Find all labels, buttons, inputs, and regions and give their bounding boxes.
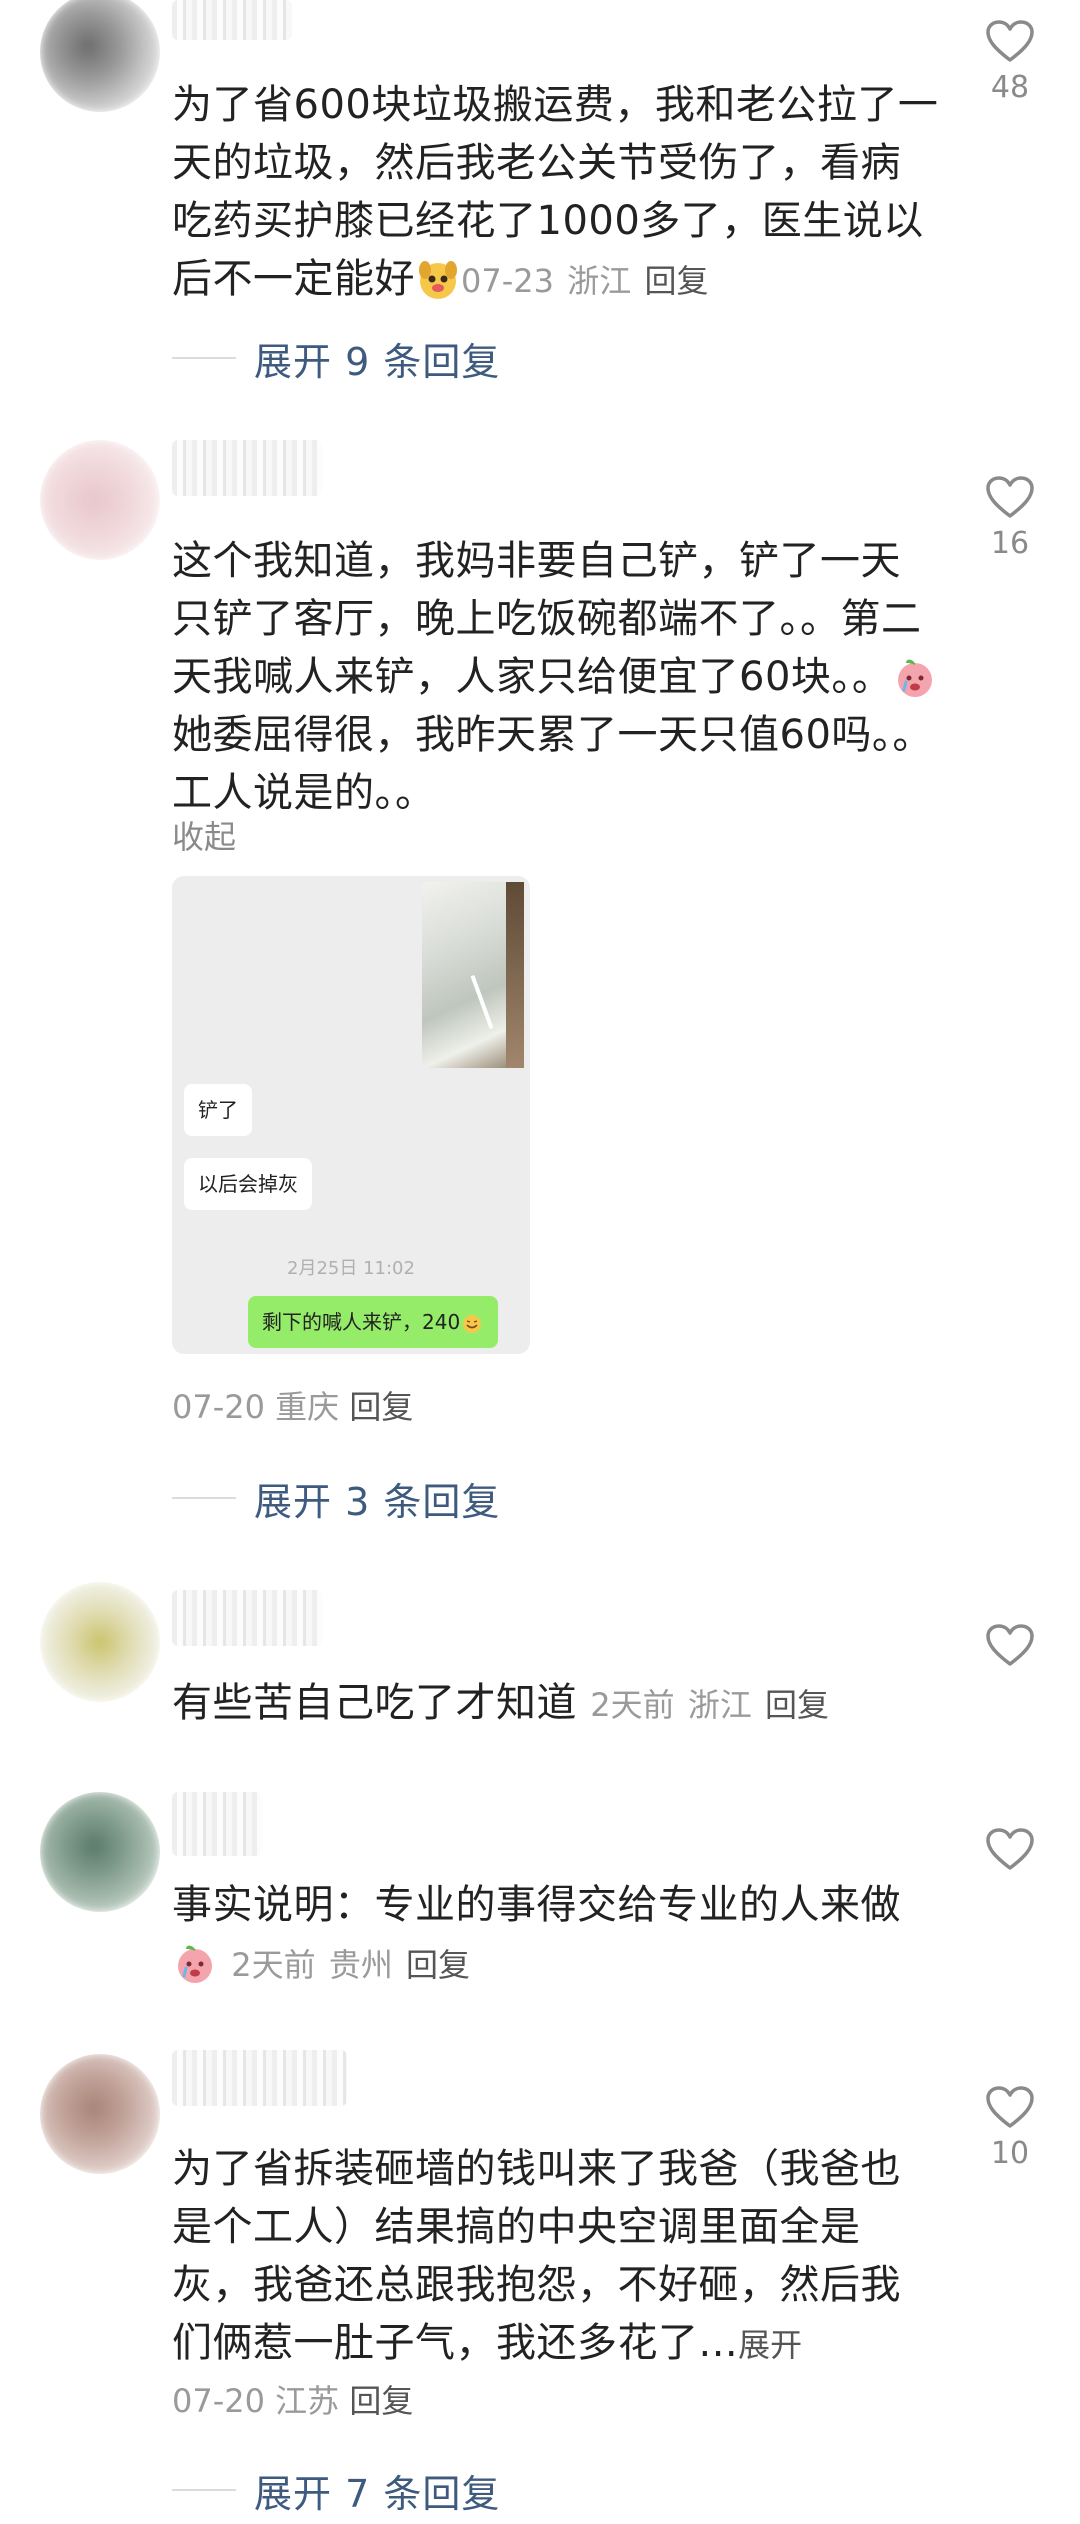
like-count: 48 xyxy=(990,70,1030,105)
like-button[interactable]: 16 xyxy=(980,474,1040,561)
comment-body: 为了省600块垃圾搬运费，我和老公拉了一天的垃圾，然后我老公关节受伤了，看病吃药… xyxy=(172,82,939,302)
comment-location: 江苏 xyxy=(275,2382,340,2420)
heart-icon xyxy=(986,20,1034,62)
comment-body: 这个我知道，我妈非要自己铲，铲了一天只铲了客厅，晚上吃饭碗都端不了。。第二天我喊… xyxy=(172,538,922,700)
comment-meta: 07-20 江苏 回复 xyxy=(172,2376,413,2422)
reply-button[interactable]: 回复 xyxy=(406,1946,470,1984)
comment-date: 07-20 xyxy=(172,1388,265,1426)
comment-location: 浙江 xyxy=(567,262,632,300)
comment-location: 贵州 xyxy=(328,1946,393,1984)
heart-icon xyxy=(986,1828,1034,1870)
avatar[interactable] xyxy=(40,2054,160,2174)
expand-replies[interactable]: 展开 7 条回复 xyxy=(172,2460,500,2520)
reply-button[interactable]: 回复 xyxy=(349,2382,413,2420)
heart-icon xyxy=(986,2086,1034,2128)
chat-bubble-sent: 剩下的喊人来铲，240 xyxy=(248,1296,499,1348)
avatar[interactable] xyxy=(40,0,160,112)
username-blurred[interactable] xyxy=(172,1590,322,1646)
expand-replies[interactable]: 展开 3 条回复 xyxy=(172,1468,500,1528)
like-button[interactable]: 10 xyxy=(980,2084,1040,2171)
collapse-button[interactable]: 收起 xyxy=(172,812,236,858)
chat-timestamp: 2月25日 11:02 xyxy=(287,1258,415,1279)
comment-date: 2天前 xyxy=(590,1686,675,1724)
comment-meta: 07-20 重庆 回复 xyxy=(172,1382,413,1428)
expand-replies-label: 展开 9 条回复 xyxy=(254,339,501,384)
divider-line xyxy=(172,357,236,359)
comment-date: 2天前 xyxy=(231,1946,316,1984)
door-frame xyxy=(506,882,524,1068)
comment-text: 有些苦自己吃了才知道 2天前 浙江 回复 xyxy=(172,1674,940,1734)
chat-bubble: 以后会掉灰 xyxy=(184,1158,312,1210)
wall-photo xyxy=(422,882,524,1068)
like-count: 10 xyxy=(990,2136,1030,2171)
expand-text-button[interactable]: 展开 xyxy=(738,2326,802,2364)
heart-icon xyxy=(986,1624,1034,1666)
expand-replies-label: 展开 7 条回复 xyxy=(254,2471,501,2516)
username-blurred[interactable] xyxy=(172,0,292,40)
comment-location: 浙江 xyxy=(687,1686,752,1724)
attached-image[interactable]: 铲了 以后会掉灰 2月25日 11:02 剩下的喊人来铲，240 xyxy=(172,876,530,1354)
expand-replies[interactable]: 展开 9 条回复 xyxy=(172,328,500,388)
comment-date: 07-23 xyxy=(461,262,554,300)
avatar[interactable] xyxy=(40,440,160,560)
reply-button[interactable]: 回复 xyxy=(765,1686,829,1724)
divider-line xyxy=(172,1497,236,1499)
comment-text: 事实说明：专业的事得交给专业的人来做 2天前 贵州 回复 xyxy=(172,1876,940,1994)
dog-face-emoji-icon xyxy=(419,261,457,299)
reply-button[interactable]: 回复 xyxy=(644,262,708,300)
divider-line xyxy=(172,2489,236,2491)
username-blurred[interactable] xyxy=(172,440,322,496)
chat-bubble: 铲了 xyxy=(184,1084,252,1136)
like-button[interactable] xyxy=(980,1826,1040,1872)
comment-location: 重庆 xyxy=(275,1388,340,1426)
like-button[interactable] xyxy=(980,1622,1040,1668)
peach-crying-emoji-icon xyxy=(178,1945,212,1983)
like-count: 16 xyxy=(990,526,1030,561)
comment-body: 事实说明：专业的事得交给专业的人来做 xyxy=(172,1882,901,1928)
avatar[interactable] xyxy=(40,1582,160,1702)
avatar[interactable] xyxy=(40,1792,160,1912)
username-blurred[interactable] xyxy=(172,2050,347,2106)
comment-body-continued: 她委屈得很，我昨天累了一天只值60吗。。工人说是的。。 xyxy=(172,712,933,816)
like-button[interactable]: 48 xyxy=(980,18,1040,105)
comment-text: 为了省拆装砸墙的钱叫来了我爸（我爸也是个工人）结果搞的中央空调里面全是灰，我爸还… xyxy=(172,2140,940,2374)
scraper-tool xyxy=(470,975,494,1029)
comment-text: 为了省600块垃圾搬运费，我和老公拉了一天的垃圾，然后我老公关节受伤了，看病吃药… xyxy=(172,76,940,310)
comment-body: 有些苦自己吃了才知道 xyxy=(172,1680,577,1726)
chat-bubble-text: 剩下的喊人来铲，240 xyxy=(262,1310,461,1334)
laughing-emoji-icon xyxy=(463,1315,482,1333)
reply-button[interactable]: 回复 xyxy=(349,1388,413,1426)
username-blurred[interactable] xyxy=(172,1792,262,1856)
comment-text: 这个我知道，我妈非要自己铲，铲了一天只铲了客厅，晚上吃饭碗都端不了。。第二天我喊… xyxy=(172,532,940,822)
heart-icon xyxy=(986,476,1034,518)
comment-date: 07-20 xyxy=(172,2382,265,2420)
peach-crying-emoji-icon xyxy=(898,659,933,697)
expand-replies-label: 展开 3 条回复 xyxy=(254,1479,501,1524)
